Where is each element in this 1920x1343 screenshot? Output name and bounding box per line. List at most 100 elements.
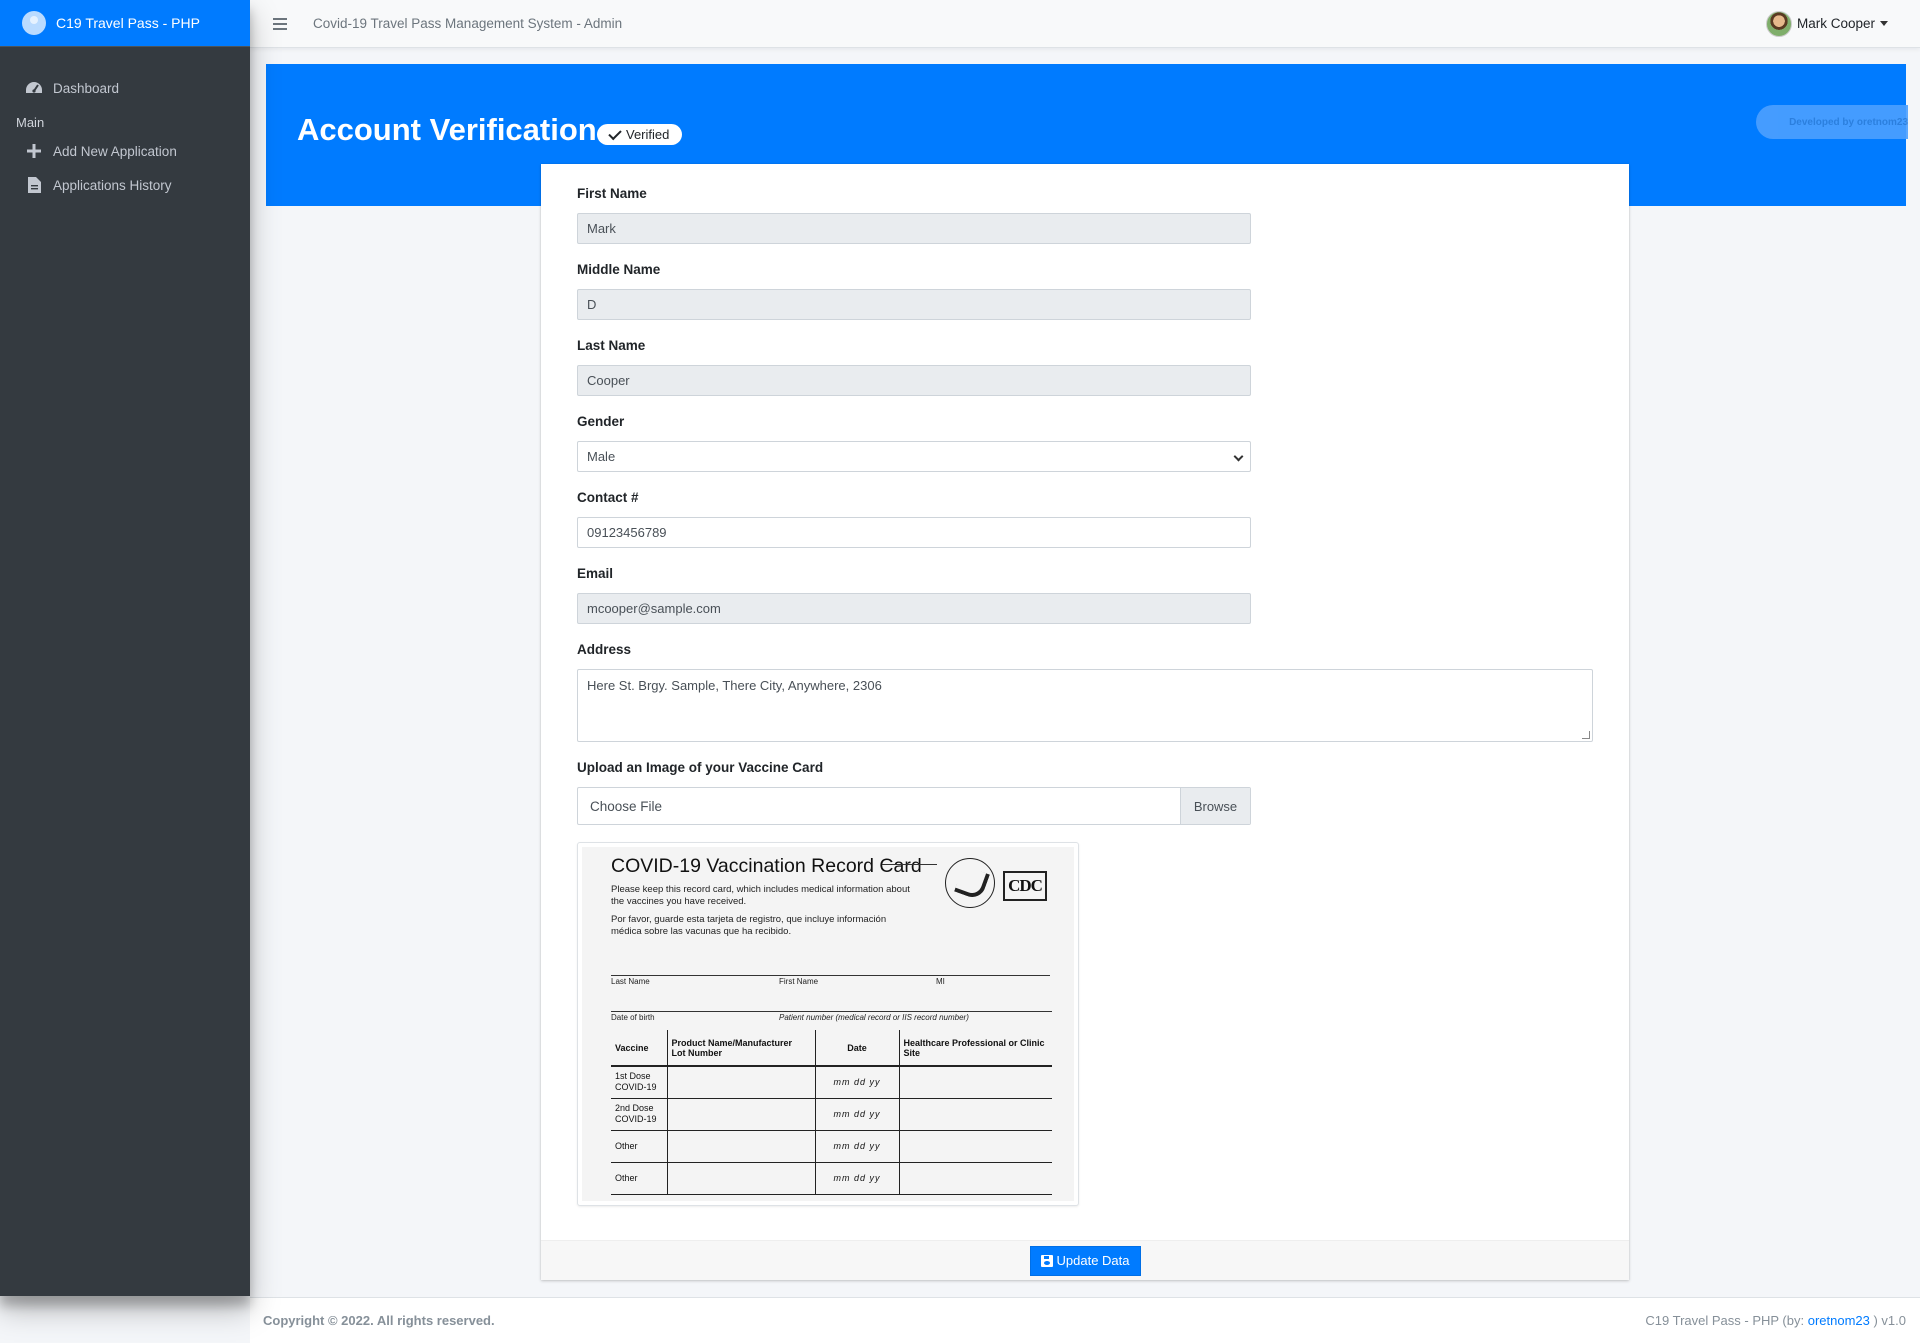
footer-app-suffix: ) v1.0 xyxy=(1869,1313,1906,1328)
resize-grip-icon[interactable] xyxy=(1582,731,1590,739)
file-input-text: Choose File xyxy=(590,798,663,814)
dob-caption: Date of birth xyxy=(611,1013,655,1022)
middle-name-label: Middle Name xyxy=(577,262,661,277)
address-textarea[interactable]: Here St. Brgy. Sample, There City, Anywh… xyxy=(577,669,1593,742)
first-name-label: First Name xyxy=(577,186,647,201)
row-product xyxy=(666,1130,816,1163)
col-vaccine: Vaccine xyxy=(611,1030,667,1067)
update-data-button[interactable]: Update Data xyxy=(1029,1245,1141,1276)
plus-icon xyxy=(24,143,44,159)
row-label: Other xyxy=(611,1130,667,1163)
middle-name-field[interactable]: D xyxy=(577,289,1251,320)
footer-app-prefix: C19 Travel Pass - PHP (by: xyxy=(1645,1313,1808,1328)
last-name-caption: Last Name xyxy=(611,977,650,986)
avatar xyxy=(1765,10,1792,37)
developer-pill[interactable]: Developed by oretnom23 xyxy=(1756,105,1908,139)
file-icon xyxy=(24,177,44,193)
vaccine-card-text-es: Por favor, guarde esta tarjeta de regist… xyxy=(611,914,887,937)
cdc-logo: CDC xyxy=(1003,871,1047,901)
row-date: mm dd yy xyxy=(815,1098,900,1131)
author-link[interactable]: oretnom23 xyxy=(1808,1313,1870,1328)
row-product xyxy=(666,1162,816,1195)
vaccine-card-preview: COVID-19 Vaccination Record Card Please … xyxy=(577,842,1079,1206)
row-date: mm dd yy xyxy=(815,1162,900,1195)
sidebar-item-add-new-application[interactable]: Add New Application xyxy=(0,134,250,168)
page-title: Account Verification xyxy=(297,112,597,147)
brand-logo-icon xyxy=(22,11,46,35)
check-icon xyxy=(608,126,622,140)
row-product xyxy=(666,1098,816,1131)
vaccine-card-title: COVID-19 Vaccination Record Card xyxy=(611,855,922,877)
address-value: Here St. Brgy. Sample, There City, Anywh… xyxy=(587,678,882,693)
save-icon xyxy=(1040,1254,1053,1267)
mi-line xyxy=(971,975,1050,976)
row-site xyxy=(899,1162,1052,1195)
browse-button[interactable]: Browse xyxy=(1180,788,1250,824)
first-name-field[interactable]: Mark xyxy=(577,213,1251,244)
brand-link[interactable]: C19 Travel Pass - PHP xyxy=(0,0,250,47)
sidebar: C19 Travel Pass - PHP Dashboard Main Add… xyxy=(0,0,250,1296)
contact-field[interactable]: 09123456789 xyxy=(577,517,1251,548)
sidebar-item-label: Dashboard xyxy=(53,80,120,96)
dashboard-icon xyxy=(24,80,44,96)
row-site xyxy=(899,1098,1052,1131)
vaccine-card-file-input[interactable]: Choose File Browse xyxy=(577,787,1251,825)
patient-number-caption: Patient number (medical record or IIS re… xyxy=(779,1013,969,1022)
top-navbar: Covid-19 Travel Pass Management System -… xyxy=(250,0,1920,48)
last-name-field[interactable]: Cooper xyxy=(577,365,1251,396)
row-date: mm dd yy xyxy=(815,1130,900,1163)
sidebar-item-applications-history[interactable]: Applications History xyxy=(0,168,250,202)
last-name-label: Last Name xyxy=(577,338,646,353)
sidebar-item-label: Applications History xyxy=(53,177,172,193)
brand-name: C19 Travel Pass - PHP xyxy=(56,15,200,31)
table-row: Other mm dd yy xyxy=(611,1162,1052,1195)
account-form-card: First Name Mark Middle Name D Last Name … xyxy=(541,164,1629,1280)
sidebar-item-label: Add New Application xyxy=(53,143,177,159)
vaccine-card-text-en: Please keep this record card, which incl… xyxy=(611,884,910,907)
caret-down-icon xyxy=(1880,21,1888,26)
gender-select-value: Male xyxy=(587,449,616,464)
row-site xyxy=(899,1130,1052,1163)
email-label: Email xyxy=(577,566,614,581)
col-site: Healthcare Professional or Clinic Site xyxy=(899,1030,1052,1067)
status-badge-label: Verified xyxy=(626,127,670,142)
col-product-label: Product Name/Manufacturer xyxy=(671,1037,793,1048)
title-rule xyxy=(882,864,937,865)
footer-app-info: C19 Travel Pass - PHP (by: oretnom23 ) v… xyxy=(1645,1313,1906,1328)
dob-line xyxy=(611,1011,1052,1012)
vaccine-card-image: COVID-19 Vaccination Record Card Please … xyxy=(582,847,1074,1201)
row-product xyxy=(666,1066,816,1099)
address-label: Address xyxy=(577,642,632,657)
table-row: 2nd Dose COVID-19 mm dd yy xyxy=(611,1098,1052,1131)
user-name: Mark Cooper xyxy=(1796,16,1875,31)
mi-caption: MI xyxy=(936,977,945,986)
menu-toggle-icon[interactable] xyxy=(273,17,287,30)
update-data-label: Update Data xyxy=(1056,1253,1130,1268)
table-row: Other mm dd yy xyxy=(611,1130,1052,1163)
contact-label: Contact # xyxy=(577,490,639,505)
row-label: 1st Dose COVID-19 xyxy=(611,1066,667,1099)
page-footer: Copyright © 2022. All rights reserved. C… xyxy=(250,1297,1920,1343)
vaccine-record-table: Vaccine Product Name/Manufacturer Lot Nu… xyxy=(611,1030,1052,1195)
gender-label: Gender xyxy=(577,414,625,429)
name-line xyxy=(611,975,971,976)
sidebar-item-dashboard[interactable]: Dashboard xyxy=(0,71,250,105)
col-product: Product Name/Manufacturer Lot Number xyxy=(666,1030,816,1067)
chevron-down-icon xyxy=(1233,451,1244,462)
first-name-caption: First Name xyxy=(779,977,819,986)
email-field[interactable]: mcooper@sample.com xyxy=(577,593,1251,624)
row-label: Other xyxy=(611,1162,667,1195)
gender-select[interactable]: Male xyxy=(577,441,1251,472)
system-title: Covid-19 Travel Pass Management System -… xyxy=(313,16,623,31)
copyright-text: Copyright © 2022. All rights reserved. xyxy=(263,1313,495,1328)
col-lot-label: Lot Number xyxy=(671,1047,723,1058)
status-badge: Verified xyxy=(597,124,683,145)
row-site xyxy=(899,1066,1052,1099)
user-menu[interactable]: Mark Cooper xyxy=(1765,10,1888,37)
sidebar-header-main: Main xyxy=(16,115,45,130)
table-row: 1st Dose COVID-19 mm dd yy xyxy=(611,1066,1052,1099)
row-label: 2nd Dose COVID-19 xyxy=(611,1098,667,1131)
sidebar-nav: Dashboard Main Add New Application Appli… xyxy=(0,47,250,202)
upload-label: Upload an Image of your Vaccine Card xyxy=(577,760,824,775)
hhs-seal-icon xyxy=(945,858,995,908)
